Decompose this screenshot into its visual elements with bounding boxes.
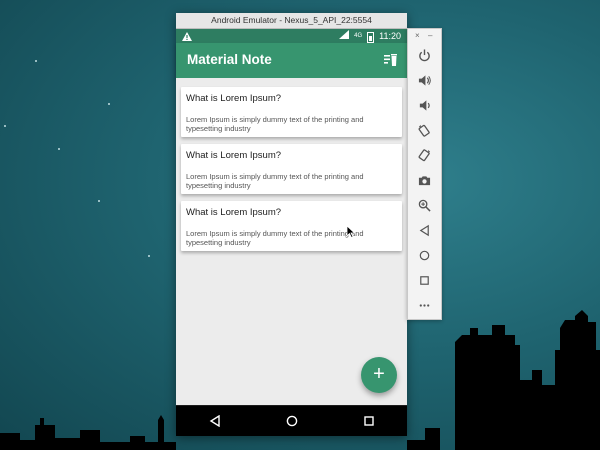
emulator-window: Android Emulator - Nexus_5_API_22:5554 4… [176, 13, 407, 436]
note-card[interactable]: What is Lorem Ipsum? Lorem Ipsum is simp… [181, 144, 402, 194]
zoom-icon[interactable] [408, 193, 441, 218]
back-icon[interactable] [408, 218, 441, 243]
star [35, 60, 37, 62]
emulator-toolbar: × – [407, 28, 442, 320]
note-title: What is Lorem Ipsum? [186, 93, 282, 104]
power-icon[interactable] [408, 43, 441, 68]
home-icon[interactable] [408, 243, 441, 268]
nav-back-icon[interactable] [203, 409, 227, 433]
note-card[interactable]: What is Lorem Ipsum? Lorem Ipsum is simp… [181, 201, 402, 251]
star [58, 148, 60, 150]
network-type: 4G [354, 33, 363, 39]
add-note-button[interactable]: + [361, 357, 397, 393]
rotate-left-icon[interactable] [408, 118, 441, 143]
battery-icon [367, 31, 375, 43]
minimize-icon[interactable]: – [428, 31, 432, 40]
clock: 11:20 [379, 31, 401, 41]
star [148, 255, 150, 257]
note-title: What is Lorem Ipsum? [186, 150, 282, 161]
camera-icon[interactable] [408, 168, 441, 193]
overview-icon[interactable] [408, 268, 441, 293]
toolbar-window-controls: × – [408, 29, 441, 43]
more-icon[interactable] [408, 293, 441, 318]
app-bar: Material Note [176, 43, 407, 78]
close-icon[interactable]: × [415, 31, 420, 40]
note-card[interactable]: What is Lorem Ipsum? Lorem Ipsum is simp… [181, 87, 402, 137]
status-bar: 4G 11:20 [176, 29, 407, 43]
app-title: Material Note [187, 52, 272, 67]
volume-down-icon[interactable] [408, 93, 441, 118]
note-body: Lorem Ipsum is simply dummy text of the … [186, 172, 364, 190]
android-nav-bar [176, 406, 407, 436]
note-title: What is Lorem Ipsum? [186, 207, 282, 218]
note-list-area[interactable]: What is Lorem Ipsum? Lorem Ipsum is simp… [176, 78, 407, 405]
window-title: Android Emulator - Nexus_5_API_22:5554 [176, 13, 407, 29]
nav-home-icon[interactable] [280, 409, 304, 433]
note-list: What is Lorem Ipsum? Lorem Ipsum is simp… [176, 78, 407, 251]
mouse-cursor-icon [347, 226, 355, 238]
star [4, 125, 6, 127]
rotate-right-icon[interactable] [408, 143, 441, 168]
signal-icon [339, 29, 350, 43]
volume-up-icon[interactable] [408, 68, 441, 93]
note-body: Lorem Ipsum is simply dummy text of the … [186, 115, 364, 133]
nav-overview-icon[interactable] [357, 409, 381, 433]
star [108, 103, 110, 105]
star [98, 200, 100, 202]
clear-all-icon[interactable] [384, 53, 398, 67]
